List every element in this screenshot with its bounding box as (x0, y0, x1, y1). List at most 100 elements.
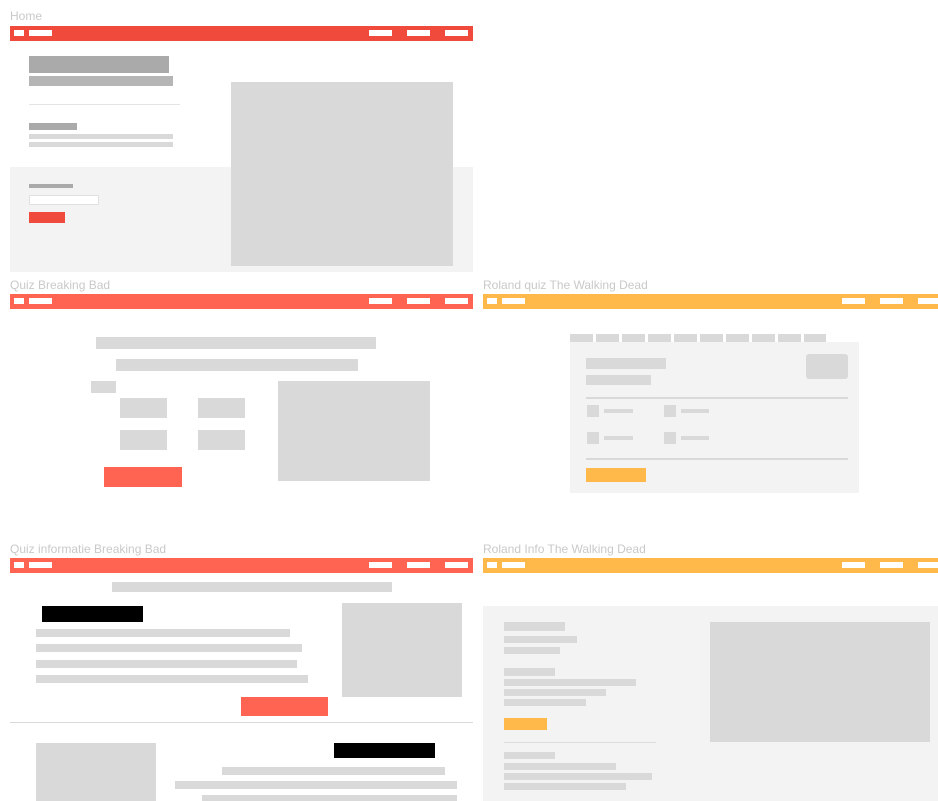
info-title-placeholder (112, 582, 392, 592)
quiz-tab-2[interactable] (596, 334, 619, 342)
text-line-placeholder (175, 781, 457, 789)
text-line-placeholder (36, 629, 290, 637)
text-line-placeholder (504, 763, 616, 770)
hero-subheading-placeholder (29, 76, 173, 86)
quiz-tab-9[interactable] (778, 334, 801, 342)
section-heading-placeholder (504, 752, 555, 759)
quiz-card-title-placeholder (586, 358, 666, 369)
form-label-placeholder (29, 184, 73, 188)
quiz-submit-button[interactable] (104, 467, 182, 487)
nav-link-3[interactable] (918, 298, 938, 304)
nav-logo-icon[interactable] (487, 562, 497, 568)
frame-title-quiz: Quiz Breaking Bad (10, 278, 111, 292)
form-input[interactable] (29, 195, 99, 205)
quiz-card-subtitle-placeholder (586, 375, 651, 385)
nav-link-1[interactable] (842, 298, 865, 304)
nav-logo-icon[interactable] (14, 562, 24, 568)
nav-link-3[interactable] (445, 298, 468, 304)
text-line-placeholder (504, 783, 626, 790)
nav-logo-text[interactable] (29, 30, 52, 36)
divider (504, 742, 656, 743)
quiz-tab-4[interactable] (648, 334, 671, 342)
answer-option-4[interactable] (198, 430, 245, 450)
nav-logo-text[interactable] (29, 562, 52, 568)
option-label-placeholder (681, 409, 709, 413)
checkbox-option-2[interactable] (664, 405, 676, 417)
info-heading-placeholder (42, 606, 143, 622)
text-line-placeholder (504, 647, 560, 654)
quiz-card-submit-button[interactable] (586, 468, 646, 482)
info-heading-placeholder-2 (334, 743, 435, 758)
text-line-placeholder (36, 675, 308, 683)
nav-logo-text[interactable] (29, 298, 52, 304)
quiz-image-placeholder (278, 381, 430, 481)
info-cta-button[interactable] (241, 697, 328, 716)
hero-heading-placeholder (29, 56, 169, 73)
frame-title-home: Home (10, 9, 43, 23)
nav-link-2[interactable] (407, 562, 430, 568)
quiz-tab-7[interactable] (726, 334, 749, 342)
quiz-card-badge (806, 354, 848, 379)
question-subtitle-placeholder (116, 359, 358, 371)
roland-info-button[interactable] (504, 718, 547, 730)
text-line-placeholder (222, 767, 445, 775)
section-heading-placeholder (504, 668, 555, 676)
nav-logo-text[interactable] (502, 298, 525, 304)
answer-option-2[interactable] (198, 398, 245, 418)
nav-link-2[interactable] (407, 298, 430, 304)
nav-logo-icon[interactable] (14, 30, 24, 36)
section-heading-placeholder (29, 123, 77, 130)
nav-link-3[interactable] (445, 30, 468, 36)
text-line-placeholder (504, 699, 586, 706)
quiz-tab-8[interactable] (752, 334, 775, 342)
form-submit-button[interactable] (29, 212, 65, 223)
nav-link-1[interactable] (369, 562, 392, 568)
text-line-placeholder (504, 636, 577, 643)
nav-link-2[interactable] (407, 30, 430, 36)
quiz-tab-10[interactable] (804, 334, 826, 342)
navbar-roland-info (483, 558, 938, 573)
nav-logo-text[interactable] (502, 562, 525, 568)
frame-title-quiz-info: Quiz informatie Breaking Bad (10, 542, 167, 556)
checkbox-option-1[interactable] (587, 405, 599, 417)
navbar-roland-quiz (483, 294, 938, 309)
nav-link-2[interactable] (880, 298, 903, 304)
nav-link-3[interactable] (445, 562, 468, 568)
navbar-quiz (10, 294, 473, 309)
frame-title-roland-info: Roland Info The Walking Dead (483, 542, 646, 556)
question-number-placeholder (91, 381, 116, 393)
checkbox-option-3[interactable] (587, 432, 599, 444)
quiz-tab-5[interactable] (674, 334, 697, 342)
answer-option-1[interactable] (120, 398, 167, 418)
roland-info-image-placeholder (710, 622, 930, 742)
section-heading-placeholder (504, 622, 565, 631)
text-line-placeholder (29, 142, 173, 147)
section-divider (10, 722, 473, 723)
info-image-placeholder-2 (36, 743, 156, 801)
nav-logo-icon[interactable] (14, 298, 24, 304)
info-image-placeholder (342, 603, 462, 697)
nav-link-1[interactable] (369, 30, 392, 36)
divider (29, 104, 180, 105)
checkbox-option-4[interactable] (664, 432, 676, 444)
frame-title-roland-quiz: Roland quiz The Walking Dead (483, 278, 648, 292)
option-label-placeholder (681, 436, 709, 440)
nav-link-1[interactable] (369, 298, 392, 304)
text-line-placeholder (36, 644, 302, 652)
option-label-placeholder (604, 436, 633, 440)
answer-option-3[interactable] (120, 430, 167, 450)
nav-logo-icon[interactable] (487, 298, 497, 304)
nav-link-2[interactable] (880, 562, 903, 568)
navbar-quiz-info (10, 558, 473, 573)
quiz-tab-1[interactable] (570, 334, 593, 342)
text-line-placeholder (36, 660, 297, 668)
quiz-card-divider (586, 397, 848, 399)
nav-link-1[interactable] (842, 562, 865, 568)
text-line-placeholder (202, 795, 457, 801)
quiz-card-divider (586, 458, 848, 460)
quiz-tab-3[interactable] (622, 334, 645, 342)
option-label-placeholder (604, 409, 633, 413)
navbar-home (10, 26, 473, 41)
quiz-tab-6[interactable] (700, 334, 723, 342)
nav-link-3[interactable] (918, 562, 938, 568)
